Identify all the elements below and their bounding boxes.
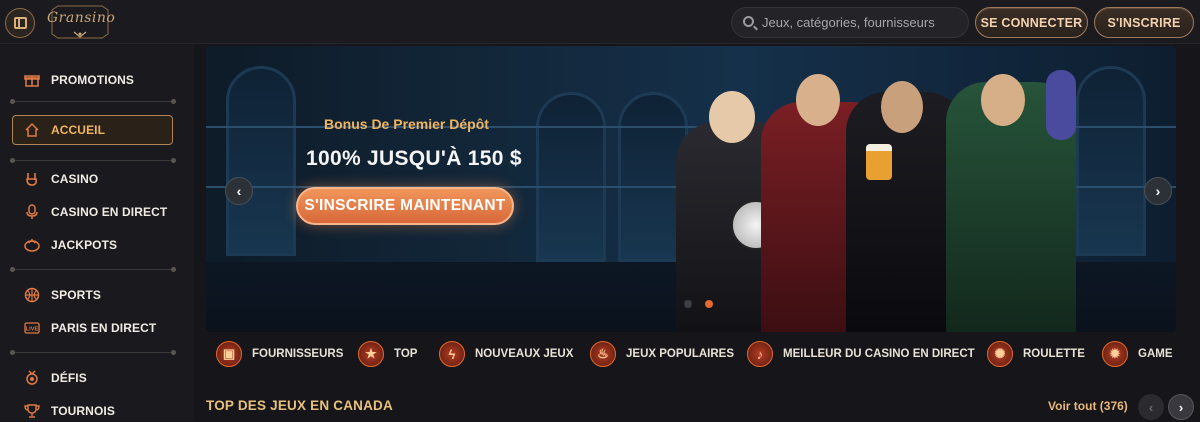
category-label: JEUX POPULAIRES: [626, 348, 734, 360]
roulette-icon: ✺: [987, 341, 1013, 367]
wheel-icon: ✹: [1102, 341, 1128, 367]
sidebar-toggle-icon: [13, 17, 27, 29]
sidebar-divider: [10, 158, 176, 163]
sidebar-item-jackpots[interactable]: JACKPOTS: [24, 234, 117, 256]
sidebar-item-label: PROMOTIONS: [51, 73, 135, 87]
sidebar-item-defis[interactable]: DÉFIS: [24, 367, 87, 389]
category-game[interactable]: ✹ GAME: [1102, 340, 1173, 368]
category-label: FOURNISSEURS: [252, 348, 344, 360]
category-label: ROULETTE: [1023, 348, 1085, 360]
foam-finger-image: [1046, 70, 1076, 140]
beer-glass-image: [866, 144, 892, 180]
menu-toggle-button[interactable]: [5, 8, 35, 38]
character-man-dark-head: [881, 81, 923, 133]
rock-hand-icon: [24, 171, 40, 187]
sidebar-divider: [10, 99, 176, 104]
lightning-icon: ϟ: [439, 341, 465, 367]
sidebar-item-label: TOURNOIS: [51, 404, 115, 418]
sidebar-item-label: SPORTS: [51, 288, 101, 302]
signup-now-button[interactable]: S'INSCRIRE MAINTENANT: [296, 187, 514, 225]
live-badge-icon: LIVE: [24, 320, 40, 336]
category-roulette[interactable]: ✺ ROULETTE: [987, 340, 1085, 368]
home-icon: [24, 122, 40, 138]
banner-decor: [1076, 66, 1146, 256]
carousel-next-button[interactable]: ›: [1144, 177, 1172, 205]
character-man-scarf-head: [981, 74, 1025, 126]
sidebar-item-promotions[interactable]: PROMOTIONS: [24, 69, 134, 91]
search-box[interactable]: [731, 7, 969, 38]
sidebar-item-label: CASINO EN DIRECT: [51, 205, 168, 219]
sidebar-item-label: ACCUEIL: [51, 123, 106, 137]
search-icon: [743, 16, 754, 27]
bonus-amount: 100% JUSQU'À 150 $: [306, 147, 522, 170]
category-bar: ▣ FOURNISSEURS ★ TOP ϟ NOUVEAUX JEUX ♨ J…: [206, 336, 1200, 374]
fire-icon: ♨: [590, 341, 616, 367]
gift-icon: [24, 72, 40, 88]
character-man-red-head: [796, 74, 840, 126]
sidebar-item-accueil[interactable]: ACCUEIL: [24, 119, 105, 141]
promo-banner[interactable]: Bonus De Premier Dépôt 100% JUSQU'À 150 …: [206, 46, 1176, 332]
section-title: TOP DES JEUX EN CANADA: [206, 398, 393, 413]
star-icon: ★: [358, 341, 384, 367]
section-next-button[interactable]: ›: [1168, 394, 1194, 420]
section-prev-button[interactable]: ‹: [1138, 394, 1164, 420]
category-label: MEILLEUR DU CASINO EN DIRECT: [783, 348, 975, 360]
category-label: GAME: [1138, 348, 1173, 360]
sidebar-divider: [10, 267, 176, 272]
category-meilleur-casino-direct[interactable]: ♪ MEILLEUR DU CASINO EN DIRECT: [747, 340, 975, 368]
sidebar: PROMOTIONS ACCUEIL CASINO CASINO EN DIRE…: [0, 45, 194, 421]
chevron-left-icon: ‹: [236, 183, 242, 199]
chevron-right-icon: ›: [1155, 183, 1161, 199]
svg-text:LIVE: LIVE: [26, 327, 39, 333]
category-label: TOP: [394, 348, 418, 360]
sidebar-divider: [10, 350, 176, 355]
sidebar-item-casino-en-direct[interactable]: CASINO EN DIRECT: [24, 201, 167, 223]
microphone-icon: ♪: [747, 341, 773, 367]
microphone-icon: [24, 204, 40, 220]
category-jeux-populaires[interactable]: ♨ JEUX POPULAIRES: [590, 340, 734, 368]
trophy-icon: [24, 403, 40, 419]
carousel-dot-active[interactable]: [705, 300, 713, 308]
medal-icon: [24, 370, 40, 386]
see-all-link[interactable]: Voir tout (376): [1048, 399, 1128, 413]
login-button[interactable]: SE CONNECTER: [975, 7, 1088, 38]
search-input[interactable]: [762, 15, 952, 30]
chevron-left-icon: ‹: [1148, 399, 1154, 415]
category-label: NOUVEAUX JEUX: [475, 348, 574, 360]
sidebar-item-casino[interactable]: CASINO: [24, 168, 98, 190]
top-bar: Gransino SE CONNECTER S'INSCRIRE: [0, 0, 1200, 44]
signup-button[interactable]: S'INSCRIRE: [1094, 7, 1194, 38]
sidebar-item-paris-en-direct[interactable]: LIVE PARIS EN DIRECT: [24, 317, 156, 339]
sidebar-item-tournois[interactable]: TOURNOIS: [24, 400, 115, 422]
banner-decor: [226, 66, 296, 256]
category-nouveaux-jeux[interactable]: ϟ NOUVEAUX JEUX: [439, 340, 573, 368]
sidebar-item-label: CASINO: [51, 172, 99, 186]
basketball-icon: [24, 287, 40, 303]
sidebar-item-label: DÉFIS: [51, 371, 87, 385]
chevron-right-icon: ›: [1178, 399, 1184, 415]
carousel-dot[interactable]: [684, 300, 692, 308]
carousel-prev-button[interactable]: ‹: [225, 177, 253, 205]
logo-text: Gransino: [47, 10, 116, 26]
character-woman-head: [709, 91, 755, 143]
sidebar-item-sports[interactable]: SPORTS: [24, 284, 101, 306]
sidebar-item-label: JACKPOTS: [51, 238, 118, 252]
category-fournisseurs[interactable]: ▣ FOURNISSEURS: [216, 340, 343, 368]
sidebar-item-label: PARIS EN DIRECT: [51, 321, 157, 335]
jackpot-icon: [24, 237, 40, 253]
slot-machine-icon: ▣: [216, 341, 242, 367]
bonus-title: Bonus De Premier Dépôt: [324, 116, 489, 132]
category-top[interactable]: ★ TOP: [358, 340, 417, 368]
